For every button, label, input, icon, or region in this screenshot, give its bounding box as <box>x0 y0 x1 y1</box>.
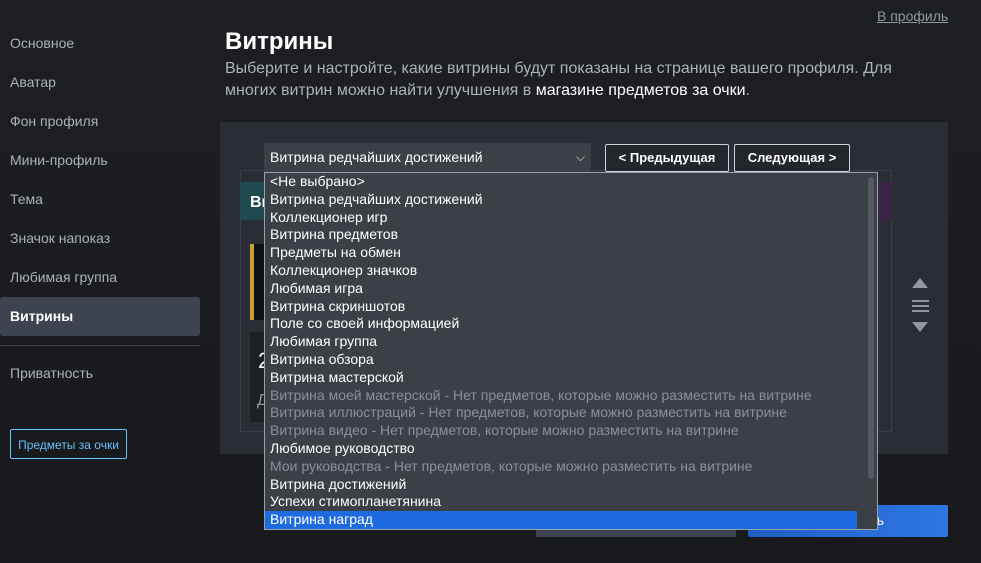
sidebar-item-group[interactable]: Любимая группа <box>0 258 200 297</box>
dropdown-option[interactable]: Предметы на обмен <box>265 244 857 262</box>
sidebar-item-mini-profile[interactable]: Мини-профиль <box>0 141 200 180</box>
sidebar-divider <box>0 345 200 346</box>
to-profile-link[interactable]: В профиль <box>877 8 948 24</box>
dropdown-option[interactable]: <Не выбрано> <box>265 173 857 191</box>
next-button[interactable]: Следующая > <box>734 144 850 172</box>
sidebar: Основное Аватар Фон профиля Мини-профиль… <box>0 24 200 393</box>
previous-button[interactable]: < Предыдущая <box>605 144 729 172</box>
dropdown-option[interactable]: Любимое руководство <box>265 440 857 458</box>
sidebar-item-privacy[interactable]: Приватность <box>0 354 200 393</box>
dropdown-scrollbar[interactable] <box>868 177 874 479</box>
dropdown-option[interactable]: Коллекционер игр <box>265 209 857 227</box>
dropdown-option[interactable]: Витрина мастерской <box>265 369 857 387</box>
page-title: Витрины <box>225 28 334 55</box>
move-up-icon[interactable] <box>912 278 928 288</box>
dropdown-option[interactable]: Любимая игра <box>265 280 857 298</box>
dropdown-option: Мои руководства - Нет предметов, которые… <box>270 457 753 474</box>
reorder-controls <box>908 278 932 332</box>
dropdown-option[interactable]: Витрина предметов <box>265 226 857 244</box>
dropdown-options: <Не выбрано> Витрина редчайших достижений… <box>265 173 877 529</box>
points-shop-link[interactable]: магазине предметов за очки <box>536 82 746 99</box>
dropdown-option: Витрина иллюстраций - Нет предметов, кот… <box>270 404 787 421</box>
chevron-down-icon: ⌵ <box>575 150 585 164</box>
description-end: . <box>745 82 751 99</box>
page-description: Выберите и настройте, какие витрины буду… <box>225 58 925 102</box>
dropdown-option[interactable]: Витрина редчайших достижений <box>265 191 857 209</box>
sidebar-item-theme[interactable]: Тема <box>0 180 200 219</box>
sidebar-item-avatar[interactable]: Аватар <box>0 63 200 102</box>
sidebar-item-badge[interactable]: Значок напоказ <box>0 219 200 258</box>
dropdown-option[interactable]: Коллекционер значков <box>265 262 857 280</box>
dropdown-option: Витрина видео - Нет предметов, которые м… <box>270 422 739 439</box>
sidebar-item-general[interactable]: Основное <box>0 24 200 63</box>
drag-handle-icon[interactable] <box>911 300 929 312</box>
dropdown-option[interactable]: Успехи стимопланетянина <box>265 493 857 511</box>
dropdown-option: Витрина моей мастерской - Нет предметов,… <box>270 386 812 403</box>
dropdown-option[interactable]: Поле со своей информацией <box>265 315 857 333</box>
dropdown-option[interactable]: Любимая группа <box>265 333 857 351</box>
points-shop-button[interactable]: Предметы за очки <box>10 429 127 459</box>
showcase-select[interactable]: Витрина редчайших достижений ⌵ <box>264 143 591 172</box>
dropdown-option[interactable]: Витрина обзора <box>265 351 857 369</box>
dropdown-option[interactable]: Витрина достижений <box>265 476 857 494</box>
sidebar-item-showcases[interactable]: Витрины <box>0 297 200 336</box>
move-down-icon[interactable] <box>912 322 928 332</box>
dropdown-option[interactable]: Витрина наград <box>265 511 857 529</box>
showcase-dropdown-list[interactable]: <Не выбрано> Витрина редчайших достижений… <box>264 172 878 530</box>
dropdown-option[interactable]: Витрина скриншотов <box>265 298 857 316</box>
showcase-select-value: Витрина редчайших достижений <box>270 149 483 165</box>
sidebar-item-background[interactable]: Фон профиля <box>0 102 200 141</box>
